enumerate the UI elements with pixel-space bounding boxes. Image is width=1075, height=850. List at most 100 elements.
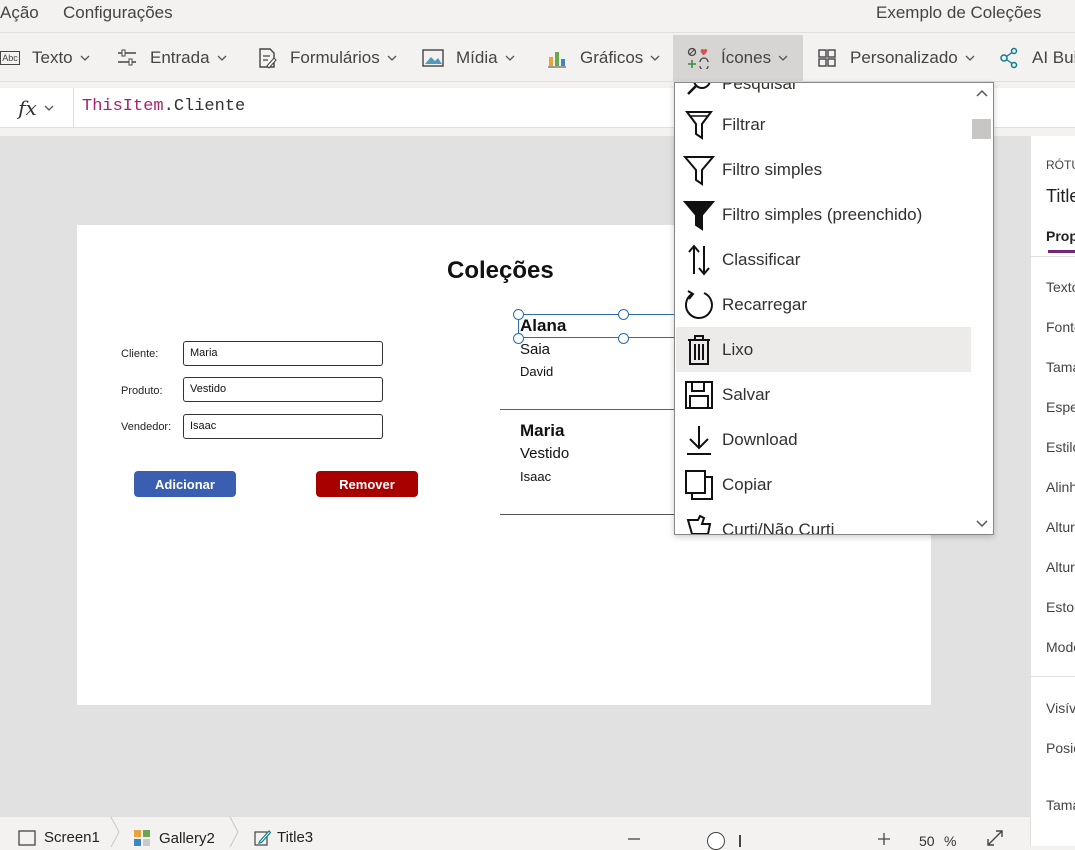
dropdown-item-filter[interactable]: Filtrar <box>676 102 971 147</box>
zoom-slider-thumb[interactable] <box>707 832 725 850</box>
gallery-icon <box>134 830 150 846</box>
remove-button[interactable]: Remover <box>316 471 418 497</box>
prop-label: Modo de exibição <box>1046 639 1075 655</box>
ribbon-icones[interactable]: Ícones <box>673 35 804 81</box>
chevron-down-icon <box>778 55 788 61</box>
prop-label: Espessura <box>1046 399 1075 415</box>
scroll-up-icon[interactable] <box>975 87 989 101</box>
panel-section: RÓTULO <box>1046 158 1075 172</box>
input-produto[interactable]: Vestido <box>183 377 383 402</box>
zoom-out-icon[interactable] <box>627 832 641 846</box>
scroll-down-icon[interactable] <box>975 516 989 530</box>
filter-icon <box>682 108 716 142</box>
prop-label: Alinhamento <box>1046 479 1075 495</box>
zoom-in-icon[interactable] <box>877 832 891 846</box>
divider <box>1031 256 1075 257</box>
dropdown-item-download[interactable]: Download <box>676 417 971 462</box>
download-icon <box>682 423 716 457</box>
ribbon-texto[interactable]: Abc Texto <box>0 35 91 81</box>
zoom-unit: % <box>944 833 957 849</box>
zoom-slider-tick <box>739 835 741 847</box>
input-icon <box>116 47 138 69</box>
custom-icon <box>816 47 838 69</box>
tab-properties[interactable]: Propriedades <box>1046 228 1075 244</box>
breadcrumb-separator <box>229 817 239 847</box>
gallery-title[interactable]: Alana <box>520 316 566 336</box>
screen-icon <box>18 829 36 846</box>
prop-label: Posição <box>1046 740 1075 756</box>
ribbon-entrada[interactable]: Entrada <box>116 35 228 81</box>
add-button[interactable]: Adicionar <box>134 471 236 497</box>
prop-label: Tamanho <box>1046 797 1075 813</box>
ribbon-ai-builder[interactable]: AI Builder <box>998 35 1075 81</box>
property-selector[interactable]: fx <box>0 88 74 128</box>
breadcrumb-title[interactable]: Title3 <box>254 829 313 846</box>
save-icon <box>682 378 716 412</box>
zoom-value: 50 <box>919 833 935 849</box>
gallery-body[interactable]: David <box>520 364 553 379</box>
breadcrumb-separator <box>110 817 120 847</box>
gallery-title[interactable]: Maria <box>520 421 564 441</box>
label-cliente[interactable]: Cliente: <box>121 348 158 360</box>
insert-ribbon: Abc Texto Entrada Formulários Mídia Gráf… <box>0 32 1075 82</box>
dropdown-item-copy[interactable]: Copiar <box>676 462 971 507</box>
prop-label: Altura da linha <box>1046 559 1075 575</box>
icons-icon <box>687 47 709 69</box>
fx-label: fx <box>18 96 37 120</box>
resize-handle[interactable] <box>618 309 629 320</box>
divider <box>1031 676 1075 677</box>
label-vendedor[interactable]: Vendedor: <box>121 421 171 433</box>
text-icon: Abc <box>0 51 20 65</box>
menu-configuracoes[interactable]: Configurações <box>63 3 173 23</box>
dropdown-item-like-dislike[interactable]: Curti/Não Curti <box>676 507 971 534</box>
sort-icon <box>682 243 716 277</box>
charts-icon <box>546 47 568 69</box>
gallery-separator <box>500 514 680 515</box>
resize-handle[interactable] <box>618 333 629 344</box>
label-produto[interactable]: Produto: <box>121 385 163 397</box>
ribbon-midia[interactable]: Mídia <box>422 35 516 81</box>
gallery-body[interactable]: Isaac <box>520 469 551 484</box>
gallery-subtitle[interactable]: Vestido <box>520 445 569 462</box>
prop-label: Estouro <box>1046 599 1075 615</box>
prop-label: Tamanho <box>1046 359 1075 375</box>
app-title[interactable]: Coleções <box>447 257 554 285</box>
breadcrumb-screen[interactable]: Screen1 <box>18 829 100 846</box>
gallery-separator <box>500 409 680 410</box>
dropdown-scrollbar[interactable] <box>971 83 993 534</box>
dropdown-item-reload[interactable]: Recarregar <box>676 282 971 327</box>
ai-builder-icon <box>998 47 1020 69</box>
gallery-subtitle[interactable]: Saia <box>520 341 550 358</box>
prop-label: Fonte <box>1046 319 1075 335</box>
chevron-down-icon <box>217 55 227 61</box>
filled-filter-icon <box>682 198 716 232</box>
prop-label: Visível <box>1046 700 1075 716</box>
breadcrumb-gallery[interactable]: Gallery2 <box>133 829 215 847</box>
media-icon <box>422 47 444 69</box>
chevron-down-icon <box>387 55 397 61</box>
properties-panel: RÓTULO Title3 Propriedades Texto Fonte T… <box>1030 136 1075 846</box>
fit-to-window-icon[interactable] <box>986 829 1004 847</box>
menu-acao[interactable]: Ação <box>0 3 39 23</box>
formula-input[interactable]: ThisItem.Cliente <box>82 97 245 116</box>
search-icon <box>682 83 716 101</box>
tab-underline <box>1048 250 1075 253</box>
app-name: Exemplo de Coleções <box>876 3 1042 22</box>
ribbon-formularios[interactable]: Formulários <box>256 35 398 81</box>
dropdown-item-simple-filter[interactable]: Filtro simples <box>676 147 971 192</box>
dropdown-item-save[interactable]: Salvar <box>676 372 971 417</box>
input-cliente[interactable]: Maria <box>183 341 383 366</box>
dropdown-item-sort[interactable]: Classificar <box>676 237 971 282</box>
scrollbar-thumb[interactable] <box>972 119 991 139</box>
dropdown-item-trash[interactable]: Lixo <box>676 327 971 372</box>
prop-label: Altura automática <box>1046 519 1075 535</box>
chevron-down-icon <box>965 55 975 61</box>
ribbon-graficos[interactable]: Gráficos <box>546 35 661 81</box>
ribbon-personalizado[interactable]: Personalizado <box>816 35 976 81</box>
control-name: Title3 <box>1046 186 1075 206</box>
dropdown-item-filled-filter[interactable]: Filtro simples (preenchido) <box>676 192 971 237</box>
label-edit-icon <box>254 830 271 846</box>
input-vendedor[interactable]: Isaac <box>183 414 383 439</box>
menu-bar: Ação Configurações Exemplo de Coleções <box>0 0 1075 28</box>
chevron-down-icon <box>44 105 54 111</box>
